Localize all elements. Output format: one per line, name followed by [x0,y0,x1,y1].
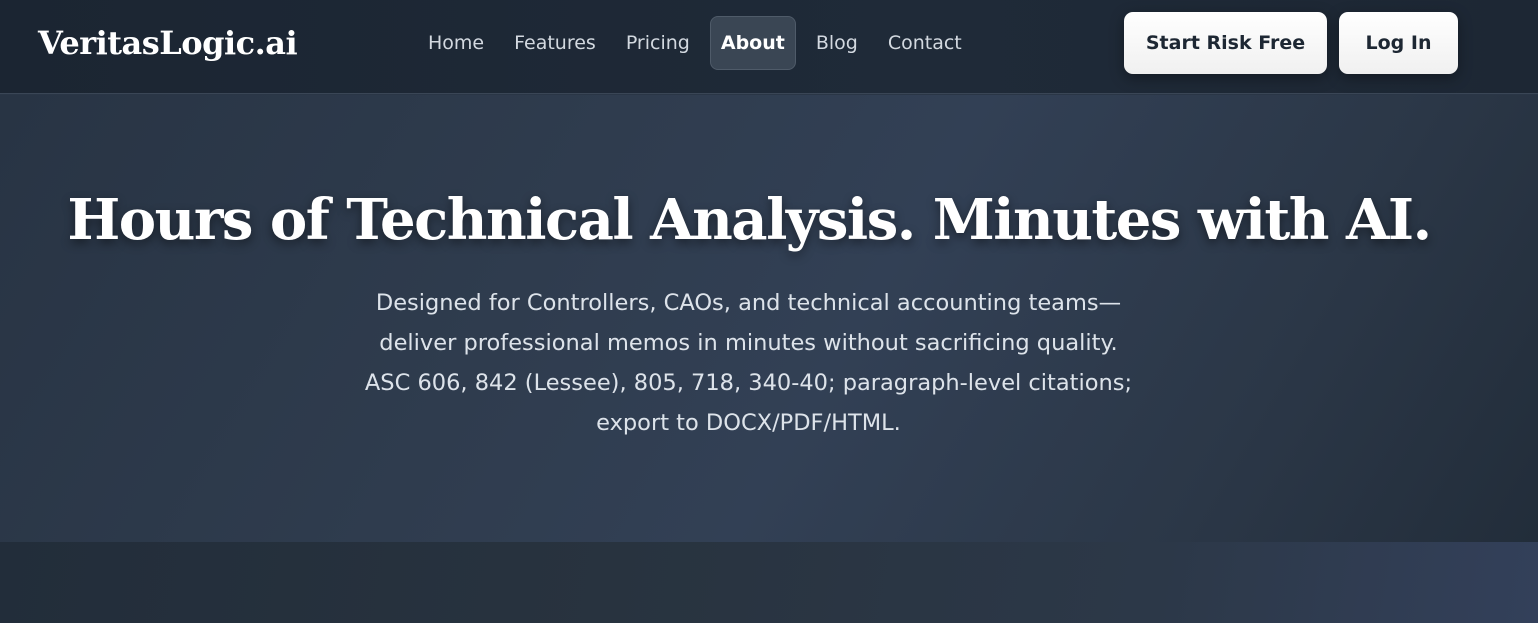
hero-subtitle-line: Designed for Controllers, CAOs, and tech… [375,290,1122,316]
hero-title: Hours of Technical Analysis. Minutes wit… [67,187,1432,253]
hero-subtitle-line: deliver professional memos in minutes wi… [379,330,1118,356]
hero-subtitle-line: ASC 606, 842 (Lessee), 805, 718, 340-40;… [364,370,1133,396]
nav-link-features[interactable]: Features [499,16,611,70]
hero-subtitle: Designed for Controllers, CAOs, and tech… [300,283,1197,443]
main-nav: Home Features Pricing About Blog Contact [413,16,977,70]
nav-link-pricing[interactable]: Pricing [611,16,705,70]
log-in-button[interactable]: Log In [1339,12,1458,74]
nav-link-contact[interactable]: Contact [873,16,977,70]
nav-link-home[interactable]: Home [413,16,499,70]
top-navbar: VeritasLogic.ai Home Features Pricing Ab… [0,0,1538,94]
brand-logo[interactable]: VeritasLogic.ai [38,22,298,64]
start-risk-free-button[interactable]: Start Risk Free [1124,12,1327,74]
nav-link-blog[interactable]: Blog [801,16,873,70]
next-section [0,542,1538,623]
hero-section: Hours of Technical Analysis. Minutes wit… [0,95,1538,542]
nav-link-about[interactable]: About [709,16,796,70]
hero-subtitle-line: export to DOCX/PDF/HTML. [596,410,901,436]
